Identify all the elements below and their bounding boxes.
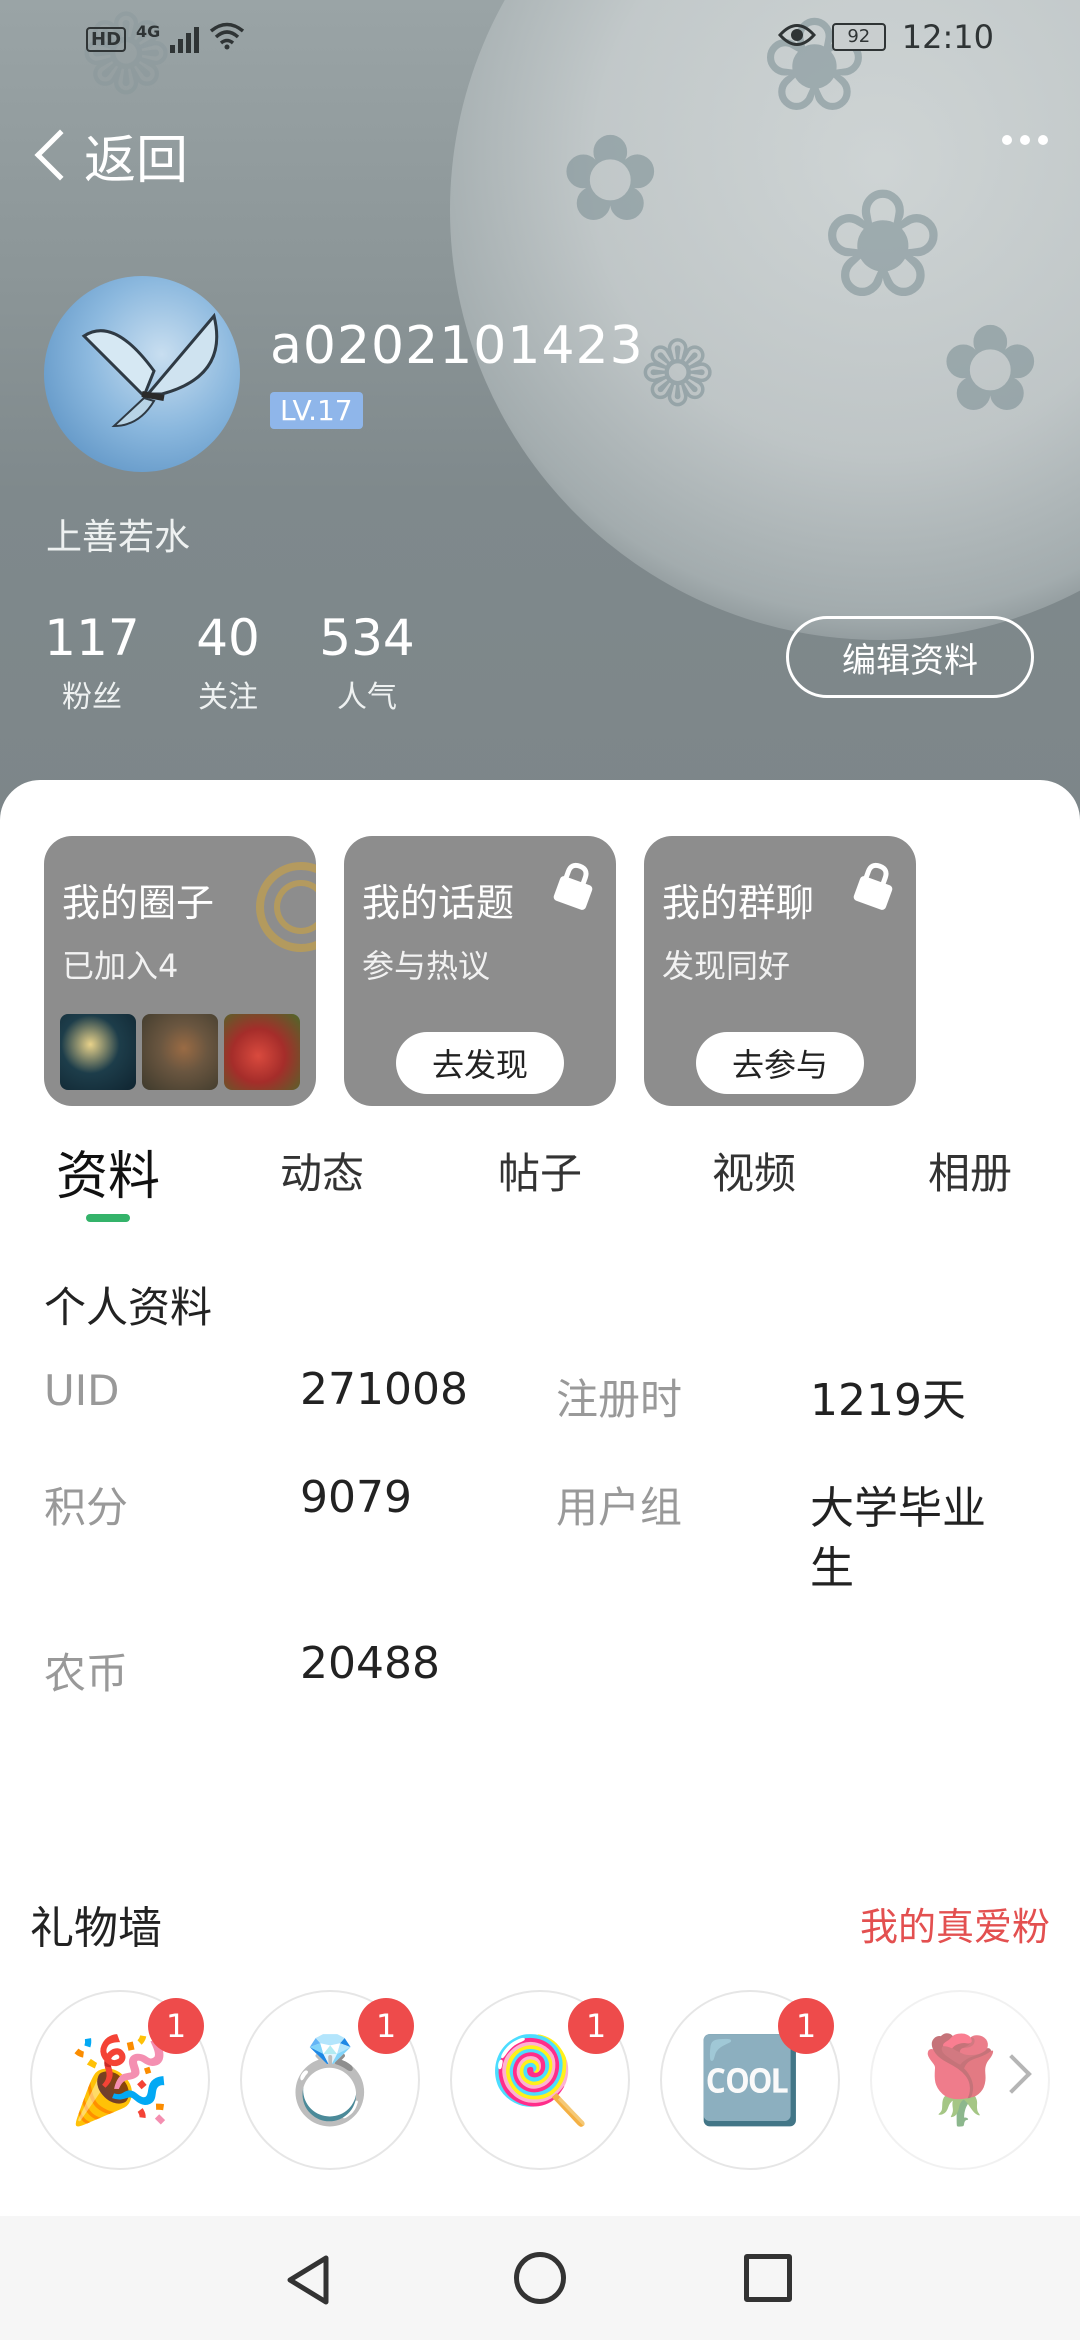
chevron-left-icon [34,129,86,181]
tab-albums[interactable]: 相册 [928,1140,1012,1201]
edit-profile-button[interactable]: 编辑资料 [786,616,1034,698]
info-value-points: 9079 [300,1472,412,1523]
dot [1020,135,1030,145]
lock-icon [553,862,593,910]
card-subtitle: 已加入4 [62,947,179,985]
flower-decoration: ❀ [820,158,946,332]
info-value-user-group-cont: 生 [810,1543,854,1594]
clock: 12:10 [901,18,994,56]
tab-profile[interactable]: 资料 [56,1134,160,1209]
card-my-circles[interactable]: 我的圈子 已加入4 [44,836,316,1106]
section-title: 个人资料 [44,1283,213,1332]
info-key-points: 积分 [44,1483,129,1532]
flower-decoration: ✿ [940,300,1041,439]
info-value-coins: 20488 [300,1638,440,1689]
eye-icon [777,18,816,56]
flower-decoration: ✿ [560,110,661,249]
stat-followers[interactable]: 117 粉丝 [44,608,140,716]
network-type: 4G [136,22,161,41]
card-my-topics[interactable]: 我的话题 参与热议 去发现 [344,836,616,1106]
stat-following[interactable]: 40 关注 [188,608,268,716]
info-key-registered: 注册时 [556,1375,683,1424]
stat-number: 534 [319,609,415,667]
hd-indicator: HD [86,26,127,52]
username: a0202101423 [270,316,644,376]
system-navigation-bar [0,2216,1080,2340]
tab-activity[interactable]: 动态 [280,1140,364,1201]
card-subtitle: 发现同好 [662,947,791,985]
nav-home-icon[interactable] [514,2252,566,2304]
signal-icon [170,25,200,53]
circle-thumbnail[interactable] [60,1014,136,1090]
level-badge: LV.17 [270,392,363,429]
info-value-uid: 271008 [300,1364,468,1415]
true-fans-link[interactable]: 我的真爱粉 [860,1896,1050,1951]
avatar[interactable] [44,276,240,472]
nav-recents-icon[interactable] [744,2254,792,2302]
back-label: 返回 [84,130,189,191]
discover-button[interactable]: 去发现 [396,1032,564,1094]
info-value-user-group: 大学毕业 [810,1483,986,1534]
stat-label: 关注 [198,680,258,715]
card-subtitle: 参与热议 [362,947,491,985]
join-button[interactable]: 去参与 [696,1032,864,1094]
info-value-registered: 1219天 [810,1375,966,1426]
stat-label: 粉丝 [62,680,122,715]
more-options-button[interactable] [1002,135,1048,145]
stat-number: 40 [196,609,260,667]
wifi-icon [209,22,245,56]
tab-posts[interactable]: 帖子 [498,1140,582,1201]
stat-popularity[interactable]: 534 人气 [318,608,416,716]
active-tab-indicator [86,1214,130,1222]
gift-wall-title: 礼物墙 [30,1903,162,1954]
info-key-user-group: 用户组 [556,1483,683,1532]
stat-label: 人气 [337,680,397,715]
tab-videos[interactable]: 视频 [712,1140,796,1201]
gift-count-badge: 1 [148,1998,204,2054]
dot [1002,135,1012,145]
back-button[interactable]: 返回 [28,120,189,191]
rose-icon: 🌹 [907,2030,1013,2129]
lock-icon [853,862,893,910]
circle-thumbnail[interactable] [142,1014,218,1090]
card-my-group-chats[interactable]: 我的群聊 发现同好 去参与 [644,836,916,1106]
dot [1038,135,1048,145]
butterfly-avatar-image [81,312,219,428]
nav-back-icon[interactable] [284,2254,332,2306]
info-key-uid: UID [44,1366,120,1415]
flower-decoration: ❁ [640,322,716,427]
gift-count-badge: 1 [358,1998,414,2054]
gift-count-badge: 1 [568,1998,624,2054]
circle-thumbnails [60,1014,300,1090]
stat-number: 117 [44,609,140,667]
user-signature: 上善若水 [46,517,191,558]
circle-thumbnail[interactable] [224,1014,300,1090]
info-key-coins: 农币 [44,1649,129,1698]
status-bar: HD 4G 92 12:10 [0,0,1080,80]
gift-count-badge: 1 [778,1998,834,2054]
battery-icon: 92 [831,23,886,51]
